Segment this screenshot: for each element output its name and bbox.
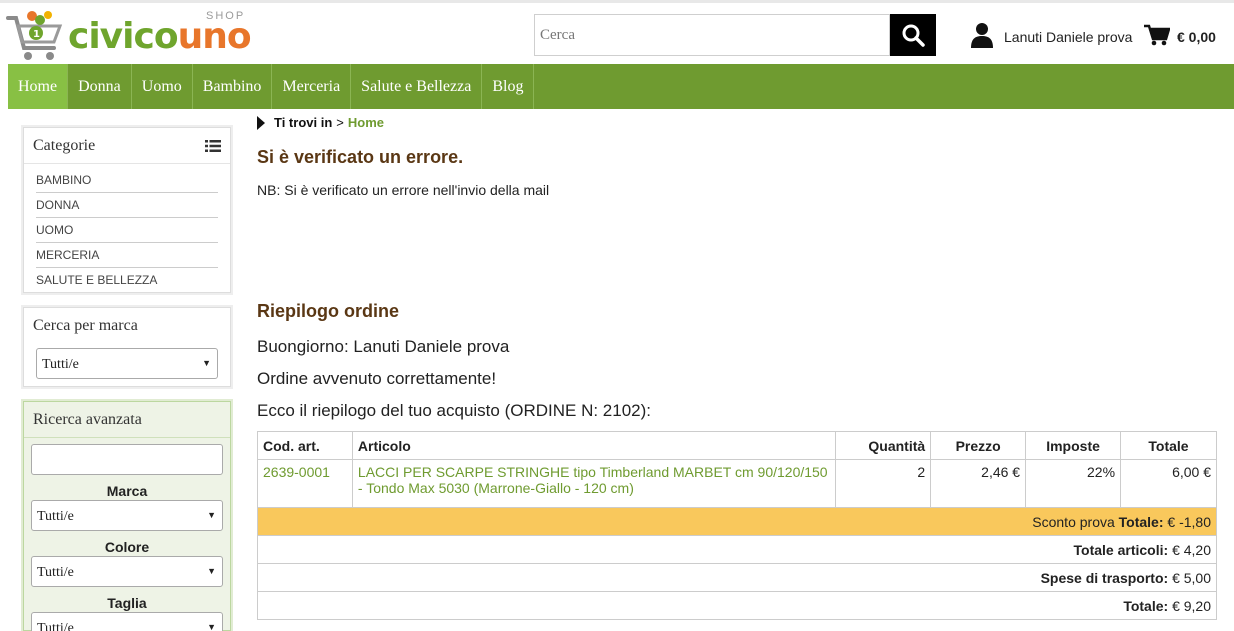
category-item-merceria[interactable]: MERCERIA	[36, 243, 218, 268]
categories-list: BAMBINO DONNA UOMO MERCERIA SALUTE E BEL…	[24, 164, 230, 299]
discount-value: € -1,80	[1167, 513, 1211, 530]
shipping-row: Spese di trasporto: € 5,00	[257, 563, 1217, 592]
chevron-down-icon: ▼	[207, 566, 216, 576]
advanced-search-header: Ricerca avanzata	[24, 402, 230, 438]
cart-icon[interactable]	[1144, 24, 1170, 46]
cart-total[interactable]: € 0,00	[1177, 29, 1216, 45]
list-icon[interactable]	[205, 139, 221, 153]
table-row: 2639-0001 LACCI PER SCARPE STRINGHE tipo…	[257, 459, 1217, 508]
nav-item-blog[interactable]: Blog	[482, 64, 535, 109]
item-quantity: 2	[835, 459, 932, 508]
shipping-label: Spese di trasporto:	[1040, 569, 1169, 586]
th-total: Totale	[1120, 431, 1217, 460]
discount-cell: Sconto prova Totale: € -1,80	[257, 507, 1217, 536]
item-article-link[interactable]: LACCI PER SCARPE STRINGHE tipo Timberlan…	[351, 459, 837, 508]
recap-text: Ecco il riepilogo del tuo acquisto (ORDI…	[257, 401, 652, 420]
shipping-value: € 5,00	[1172, 569, 1211, 586]
cart-logo-icon: 1	[6, 11, 63, 60]
logo-wordmark: civicouno	[68, 16, 252, 57]
nav-item-donna[interactable]: Donna	[68, 64, 132, 109]
nav-item-uomo[interactable]: Uomo	[132, 64, 193, 109]
shipping-cell: Spese di trasporto: € 5,00	[257, 563, 1217, 592]
colore-select-value: Tutti/e	[37, 565, 74, 580]
site-header: 1 civicouno SHOP Cerca Lanuti Daniele pr…	[0, 0, 1234, 64]
discount-name: Sconto prova	[1032, 513, 1115, 530]
advanced-search-title: Ricerca avanzata	[33, 410, 142, 428]
confirmation-text: Ordine avvenuto correttamente!	[257, 369, 497, 388]
main-nav: Home Donna Uomo Bambino Merceria Salute …	[8, 64, 1234, 109]
th-code: Cod. art.	[257, 431, 353, 460]
taglia-label: Taglia	[107, 595, 147, 611]
item-tax: 22%	[1025, 459, 1122, 508]
brand-title: Cerca per marca	[33, 317, 138, 334]
nav-item-merceria[interactable]: Merceria	[272, 64, 352, 109]
site-logo[interactable]: 1 civicouno SHOP	[6, 6, 266, 64]
caret-right-icon	[257, 115, 265, 130]
nav-item-salute-bellezza[interactable]: Salute e Bellezza	[351, 64, 483, 109]
user-icon[interactable]	[970, 22, 994, 48]
advanced-search-panel: Ricerca avanzata Marca Tutti/e ▼ Colore …	[23, 401, 231, 631]
table-header-row: Cod. art. Articolo Quantità Prezzo Impos…	[257, 431, 1217, 460]
breadcrumb-separator: >	[336, 115, 344, 130]
item-price: 2,46 €	[930, 459, 1027, 508]
discount-row: Sconto prova Totale: € -1,80	[257, 507, 1217, 536]
error-message: NB: Si è verificato un errore nell'invio…	[257, 182, 550, 198]
item-total: 6,00 €	[1120, 459, 1217, 508]
th-article: Articolo	[351, 431, 837, 460]
colore-label: Colore	[104, 539, 150, 555]
taglia-select-value: Tutti/e	[37, 621, 74, 631]
grand-total-cell: Totale: € 9,20	[257, 591, 1217, 620]
breadcrumb-prefix: Ti trovi in	[274, 115, 333, 130]
svg-text:1: 1	[33, 29, 40, 40]
main-content: Ti trovi in > Home Si è verificato un er…	[247, 109, 1234, 631]
user-name-link[interactable]: Lanuti Daniele prova	[1004, 29, 1132, 45]
grand-total-row: Totale: € 9,20	[257, 591, 1217, 620]
items-total-value: € 4,20	[1172, 541, 1211, 558]
order-table: Cod. art. Articolo Quantità Prezzo Impos…	[257, 431, 1217, 620]
category-item-salute-bellezza[interactable]: SALUTE E BELLEZZA	[36, 268, 218, 293]
nav-item-home[interactable]: Home	[8, 64, 69, 109]
grand-total-label: Totale:	[1123, 597, 1169, 614]
colore-select[interactable]: Tutti/e ▼	[31, 556, 223, 587]
greeting-text: Buongiorno: Lanuti Daniele prova	[257, 337, 510, 356]
items-total-row: Totale articoli: € 4,20	[257, 535, 1217, 564]
th-quantity: Quantità	[835, 431, 932, 460]
brand-select-value: Tutti/e	[42, 357, 79, 372]
category-item-donna[interactable]: DONNA	[36, 193, 218, 218]
chevron-down-icon: ▼	[207, 622, 216, 631]
discount-label: Totale:	[1118, 513, 1164, 530]
category-item-bambino[interactable]: BAMBINO	[36, 168, 218, 193]
search-icon	[902, 24, 925, 47]
item-code-link[interactable]: 2639-0001	[257, 459, 353, 508]
marca-select[interactable]: Tutti/e ▼	[31, 500, 223, 531]
logo-shop: SHOP	[206, 10, 246, 22]
breadcrumb-home-link[interactable]: Home	[348, 115, 384, 130]
items-total-label: Totale articoli:	[1073, 541, 1169, 558]
logo-uno: uno	[177, 16, 252, 57]
marca-select-value: Tutti/e	[37, 509, 74, 524]
breadcrumb: Ti trovi in > Home	[257, 115, 384, 130]
error-title: Si è verificato un errore.	[257, 147, 464, 167]
brand-panel: Cerca per marca Tutti/e ▼	[23, 307, 231, 387]
th-tax: Imposte	[1025, 431, 1122, 460]
search-input[interactable]: Cerca	[534, 14, 890, 56]
search-button[interactable]	[890, 14, 936, 56]
nav-item-bambino[interactable]: Bambino	[193, 64, 273, 109]
th-price: Prezzo	[930, 431, 1027, 460]
summary-title: Riepilogo ordine	[257, 301, 399, 321]
chevron-down-icon: ▼	[207, 510, 216, 520]
brand-header: Cerca per marca	[24, 308, 230, 344]
items-total-cell: Totale articoli: € 4,20	[257, 535, 1217, 564]
brand-select[interactable]: Tutti/e ▼	[36, 348, 218, 379]
marca-label: Marca	[106, 483, 148, 499]
categories-title: Categorie	[33, 136, 96, 154]
chevron-down-icon: ▼	[202, 358, 211, 368]
taglia-select[interactable]: Tutti/e ▼	[31, 612, 223, 631]
category-item-uomo[interactable]: UOMO	[36, 218, 218, 243]
grand-total-value: € 9,20	[1172, 597, 1211, 614]
categories-panel: Categorie BAMBINO DONNA UOMO MERCERIA SA…	[23, 127, 231, 293]
logo-civico: civico	[68, 16, 179, 57]
advanced-search-input[interactable]	[31, 444, 223, 475]
categories-header[interactable]: Categorie	[24, 128, 230, 164]
